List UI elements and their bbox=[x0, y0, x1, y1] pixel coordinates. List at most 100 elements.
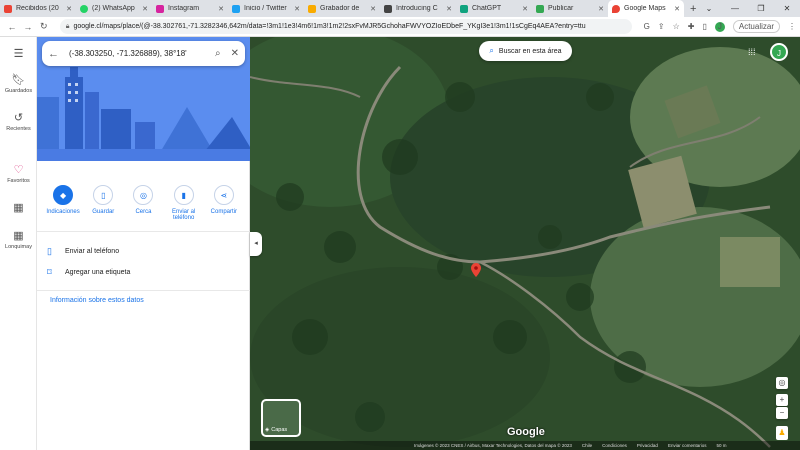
profile-avatar[interactable]: J bbox=[714, 21, 725, 32]
minus-icon: − bbox=[779, 408, 785, 417]
sidebar-icon[interactable]: ▯ bbox=[702, 22, 706, 31]
action-buttons: ◆ Indicaciones ▯ Guardar ◎ Cerca ▮ Enviar al… bbox=[37, 185, 250, 221]
close-icon[interactable]: ✕ bbox=[370, 5, 376, 13]
tab-introducing[interactable]: Introducing C ✕ bbox=[380, 0, 456, 17]
search-icon[interactable]: ⌕ bbox=[215, 48, 221, 59]
tab-title: (2) WhatsApp bbox=[92, 5, 135, 12]
save-button[interactable]: ▯ Guardar bbox=[84, 185, 122, 221]
gmail-icon bbox=[4, 4, 12, 13]
privacy-link[interactable]: Privacidad bbox=[637, 443, 658, 448]
layers-label: Capas bbox=[271, 427, 288, 433]
minimize-button[interactable]: — bbox=[722, 0, 748, 17]
tab-search-icon[interactable]: ⌄ bbox=[696, 0, 722, 17]
close-icon[interactable]: ✕ bbox=[294, 5, 300, 13]
chevron-left-icon: ◂ bbox=[254, 240, 258, 247]
search-box[interactable]: ← (-38.303250, -71.326889), 38°18' ⌕ ✕ bbox=[42, 41, 245, 66]
back-arrow-icon[interactable]: ← bbox=[48, 48, 59, 60]
satellite-map[interactable]: ⌕ Buscar en esta área ⁞⁞⁞ J ◈ Capas Google… bbox=[250, 37, 800, 450]
whatsapp-icon bbox=[80, 4, 88, 13]
back-button[interactable]: ← bbox=[4, 22, 20, 32]
bookmark-icon: 🔖︎ bbox=[11, 74, 26, 86]
send-to-phone-row[interactable]: ▯ Enviar al teléfono bbox=[47, 246, 119, 257]
send-label: Enviar al teléfono bbox=[171, 209, 196, 221]
tab-chatgpt[interactable]: ChatGPT ✕ bbox=[456, 0, 532, 17]
info-link[interactable]: Información sobre estos datos bbox=[50, 297, 144, 304]
rail-recent[interactable]: ↺ Recientes bbox=[0, 111, 37, 132]
tab-publicar[interactable]: Publicar ✕ bbox=[532, 0, 608, 17]
rail-saved-label: Guardados bbox=[4, 88, 33, 94]
twitter-icon bbox=[232, 4, 240, 13]
place-thumbnail-icon: ▦ bbox=[13, 230, 24, 242]
send-to-phone-button[interactable]: ▮ Enviar al teléfono bbox=[165, 185, 203, 221]
pegman-icon[interactable]: ♟ bbox=[776, 426, 788, 440]
lock-icon[interactable]: 🔒︎ bbox=[66, 23, 70, 31]
close-icon[interactable]: ✕ bbox=[218, 5, 224, 13]
location-pin-icon[interactable] bbox=[471, 263, 481, 282]
place-thumbnail-icon: ▦ bbox=[13, 202, 24, 214]
feedback-link[interactable]: Enviar comentarios bbox=[668, 443, 707, 448]
rail-place-thumb[interactable]: ▦ bbox=[0, 201, 37, 216]
bookmark-star-icon[interactable]: ☆ bbox=[673, 22, 680, 31]
zoom-in-button[interactable]: + bbox=[776, 394, 788, 406]
bookmark-icon: ▯ bbox=[93, 185, 114, 205]
close-icon[interactable]: ✕ bbox=[598, 5, 604, 13]
rail-lonquimay[interactable]: ▦ Lonquimay bbox=[0, 229, 37, 250]
close-icon[interactable]: ✕ bbox=[522, 5, 528, 13]
send-to-phone-label: Enviar al teléfono bbox=[65, 248, 120, 255]
my-location-icon: ◎ bbox=[778, 378, 786, 387]
menu-icon[interactable]: ⋮ bbox=[788, 22, 796, 31]
my-location-button[interactable]: ◎ bbox=[776, 377, 788, 389]
terms-link[interactable]: Condiciones bbox=[602, 443, 627, 448]
search-this-area-button[interactable]: ⌕ Buscar en esta área bbox=[479, 41, 572, 61]
close-icon[interactable]: ✕ bbox=[66, 5, 72, 13]
tab-recorder[interactable]: Grabador de ✕ bbox=[304, 0, 380, 17]
tab-title: Instagram bbox=[168, 5, 200, 12]
zoom-out-button[interactable]: − bbox=[776, 407, 788, 419]
tab-twitter[interactable]: Inicio / Twitter ✕ bbox=[228, 0, 304, 17]
rail-favorites[interactable]: ♡ Favoritos bbox=[0, 163, 37, 184]
tab-whatsapp[interactable]: (2) WhatsApp ✕ bbox=[76, 0, 152, 17]
tab-google-maps[interactable]: Google Maps ✕ bbox=[608, 0, 684, 17]
close-icon[interactable]: ✕ bbox=[142, 5, 148, 13]
tab-title: Inicio / Twitter bbox=[244, 5, 287, 12]
reload-button[interactable]: ↻ bbox=[36, 21, 52, 32]
publish-icon bbox=[536, 4, 544, 13]
forward-button[interactable]: → bbox=[20, 22, 36, 32]
rail-saved[interactable]: 🔖︎ Guardados bbox=[0, 73, 37, 94]
country-link[interactable]: Chile bbox=[582, 443, 592, 448]
openai-icon bbox=[384, 4, 392, 13]
share-icon[interactable]: ⇪ bbox=[658, 22, 665, 31]
update-button[interactable]: Actualizar bbox=[732, 20, 780, 33]
maximize-button[interactable]: ❐ bbox=[748, 0, 774, 17]
tab-gmail[interactable]: Recibidos (20 ✕ bbox=[0, 0, 76, 17]
menu-button[interactable]: ☰ bbox=[0, 47, 37, 62]
rail-place-label: Lonquimay bbox=[5, 244, 32, 250]
address-bar[interactable]: 🔒︎ google.cl/maps/place/(@-38.302761,-71… bbox=[59, 19, 632, 34]
share-button[interactable]: ⋖ Compartir bbox=[205, 185, 243, 221]
account-avatar[interactable]: J bbox=[770, 43, 788, 61]
close-icon[interactable]: ✕ bbox=[446, 5, 452, 13]
directions-button[interactable]: ◆ Indicaciones bbox=[44, 185, 82, 221]
close-window-button[interactable]: ✕ bbox=[774, 0, 800, 17]
hamburger-menu-icon: ☰ bbox=[13, 48, 24, 60]
close-icon[interactable]: ✕ bbox=[674, 5, 680, 13]
google-lens-icon[interactable]: G bbox=[644, 22, 650, 31]
extensions-icon[interactable]: ✚ bbox=[688, 22, 695, 31]
google-logo: Google bbox=[507, 426, 545, 438]
search-this-area-label: Buscar en esta área bbox=[498, 47, 562, 55]
share-icon: ⋖ bbox=[213, 185, 234, 205]
google-apps-icon[interactable]: ⁞⁞⁞ bbox=[748, 47, 756, 57]
nearby-icon: ◎ bbox=[133, 185, 154, 205]
collapse-panel-button[interactable]: ◂ bbox=[250, 232, 262, 256]
search-input[interactable]: (-38.303250, -71.326889), 38°18' bbox=[69, 49, 209, 58]
layers-button[interactable]: ◈ Capas bbox=[261, 399, 301, 437]
add-label-row[interactable]: ⌑ Agregar una etiqueta bbox=[47, 267, 130, 278]
browser-toolbar: ← → ↻ 🔒︎ google.cl/maps/place/(@-38.3027… bbox=[0, 17, 800, 37]
tab-instagram[interactable]: Instagram ✕ bbox=[152, 0, 228, 17]
close-icon[interactable]: ✕ bbox=[231, 48, 239, 59]
share-label: Compartir bbox=[210, 209, 238, 215]
search-icon: ⌕ bbox=[489, 46, 494, 55]
maps-icon bbox=[612, 4, 620, 13]
nearby-button[interactable]: ◎ Cerca bbox=[124, 185, 162, 221]
maps-left-rail: ☰ 🔖︎ Guardados ↺ Recientes ♡ Favoritos ▦ ▦ L… bbox=[0, 37, 37, 450]
